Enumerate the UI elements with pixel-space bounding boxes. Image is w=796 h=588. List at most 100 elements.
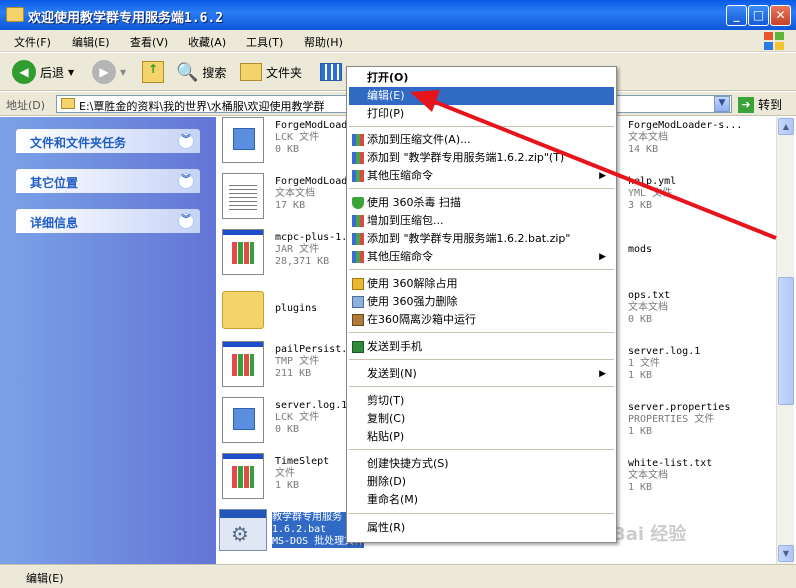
file-type: 文本文档 [628,132,668,143]
folder-icon [6,7,24,22]
chevron-down-icon[interactable]: ︾ [178,133,194,149]
menu-separator [349,513,614,514]
menu-view[interactable]: 查看(V) [130,34,168,50]
folder-up-icon: ↑ [142,61,164,83]
menu-item-send-to-phone[interactable]: 发送到手机 [349,338,614,356]
menu-item-add-to-bat-zip[interactable]: 添加到 "教学群专用服务端1.6.2.bat.zip" [349,230,614,248]
close-button[interactable]: ✕ [770,5,791,26]
chevron-down-icon[interactable]: ︾ [178,213,194,229]
file-size: 0 KB [628,314,653,325]
menu-item-rename[interactable]: 重命名(M) [349,491,614,509]
chevron-down-icon[interactable]: ︾ [178,173,194,189]
folder-icon [240,63,262,81]
panel-title: 文件和文件夹任务 [30,136,127,150]
app-doc-icon [222,229,264,275]
title-bar[interactable]: 欢迎使用教学群专用服务端1.6.2 _ □ ✕ [0,0,796,30]
go-button[interactable]: ➔ 转到 [738,96,782,113]
file-size: 3 KB [628,200,653,211]
menu-item-other-compress[interactable]: 其他压缩命令 ▶ [349,167,614,185]
file-name: ForgeModLoade [275,120,354,131]
menu-tools[interactable]: 工具(T) [246,34,283,50]
folders-button[interactable]: 文件夹 [240,59,302,85]
scroll-down-button[interactable]: ▼ [778,545,794,562]
menu-item-other-compress-2[interactable]: 其他压缩命令 ▶ [349,248,614,266]
scroll-thumb[interactable] [778,277,794,405]
forward-arrow-icon: ▶ [92,60,116,84]
menu-item-properties[interactable]: 属性(R) [349,519,614,537]
winrar-icon [352,152,364,164]
menu-separator [349,332,614,333]
watermark: Bai 经验 [612,524,687,545]
winrar-icon [352,170,364,182]
trash-icon [352,296,364,308]
go-arrow-icon: ➔ [738,96,754,113]
file-name: server.properties [628,402,731,413]
status-bar: 编辑(E) [0,564,796,588]
file-size: 1 KB [628,370,653,381]
menu-item-copy[interactable]: 复制(C) [349,410,614,428]
menu-separator [349,188,614,189]
file-type: 文本文档 [628,470,668,481]
menu-item-send-to[interactable]: 发送到(N) ▶ [349,365,614,383]
panel-details[interactable]: 详细信息 ︾ [16,209,200,233]
panel-file-folder-tasks[interactable]: 文件和文件夹任务 ︾ [16,129,200,153]
menu-item-create-shortcut[interactable]: 创建快捷方式(S) [349,455,614,473]
menu-item-360-sandbox[interactable]: 在360隔离沙箱中运行 [349,311,614,329]
address-dropdown-button[interactable]: ▼ [714,96,730,112]
menu-separator [349,126,614,127]
menu-file[interactable]: 文件(F) [14,34,51,50]
file-type: YML 文件 [628,188,673,199]
up-button[interactable]: ↑ [142,59,164,85]
menu-item-360-scan[interactable]: 使用 360杀毒 扫描 [349,194,614,212]
dropdown-arrow-icon: ▼ [120,67,127,77]
panel-other-places[interactable]: 其它位置 ︾ [16,169,200,193]
file-size: 14 KB [628,144,659,155]
search-button[interactable]: 🔍 搜索 [176,59,226,85]
views-button[interactable] [320,59,342,85]
menu-item-add-to-archive[interactable]: 添加到压缩文件(A)... [349,131,614,149]
menu-item-360-unlock[interactable]: 使用 360解除占用 [349,275,614,293]
menu-item-open[interactable]: 打开(O) [349,69,614,87]
winrar-icon [352,215,364,227]
panel-title: 其它位置 [30,176,79,190]
menu-favorites[interactable]: 收藏(A) [188,34,226,50]
menu-item-add-to-package[interactable]: 增加到压缩包... [349,212,614,230]
folders-label: 文件夹 [266,65,303,80]
task-pane: 文件和文件夹任务 ︾ 其它位置 ︾ 详细信息 ︾ [0,117,216,564]
menu-item-add-to-zip[interactable]: 添加到 "教学群专用服务端1.6.2.zip"(T) [349,149,614,167]
menu-bar: 文件(F) 编辑(E) 查看(V) 收藏(A) 工具(T) 帮助(H) [0,30,796,52]
file-type: 文本文档 [628,302,668,313]
windows-logo-icon [764,32,784,50]
menu-item-paste[interactable]: 粘贴(P) [349,428,614,446]
menu-edit[interactable]: 编辑(E) [72,34,110,50]
forward-button[interactable]: ▶ ▼ [92,59,126,85]
menu-item-edit[interactable]: 编辑(E) [349,87,614,105]
dropdown-arrow-icon: ▼ [68,67,75,77]
back-arrow-icon: ◀ [12,60,36,84]
file-type: LCK 文件 [275,132,320,143]
menu-item-print[interactable]: 打印(P) [349,105,614,123]
address-label: 地址(D) [6,99,46,112]
file-type: TMP 文件 [275,356,320,367]
context-menu: 打开(O) 编辑(E) 打印(P) 添加到压缩文件(A)... 添加到 "教学群… [346,66,617,543]
blue-doc-icon [222,117,264,163]
views-icon [320,63,342,81]
menu-item-delete[interactable]: 删除(D) [349,473,614,491]
menu-separator [349,449,614,450]
menu-item-360-delete[interactable]: 使用 360强力删除 [349,293,614,311]
batch-file-icon [219,509,267,551]
vertical-scrollbar[interactable]: ▲ ▼ [776,117,794,564]
window-title: 欢迎使用教学群专用服务端1.6.2 [28,11,224,26]
back-label: 后退 [40,65,65,80]
menu-help[interactable]: 帮助(H) [304,34,343,50]
back-button[interactable]: ◀ 后退 ▼ [12,59,74,85]
maximize-button[interactable]: □ [748,5,769,26]
scroll-up-button[interactable]: ▲ [778,118,794,135]
search-icon: 🔍 [176,61,199,83]
sandbox-icon [352,314,364,326]
submenu-arrow-icon: ▶ [599,252,606,262]
menu-separator [349,386,614,387]
menu-item-cut[interactable]: 剪切(T) [349,392,614,410]
file-type: 1 文件 [628,358,661,369]
minimize-button[interactable]: _ [726,5,747,26]
